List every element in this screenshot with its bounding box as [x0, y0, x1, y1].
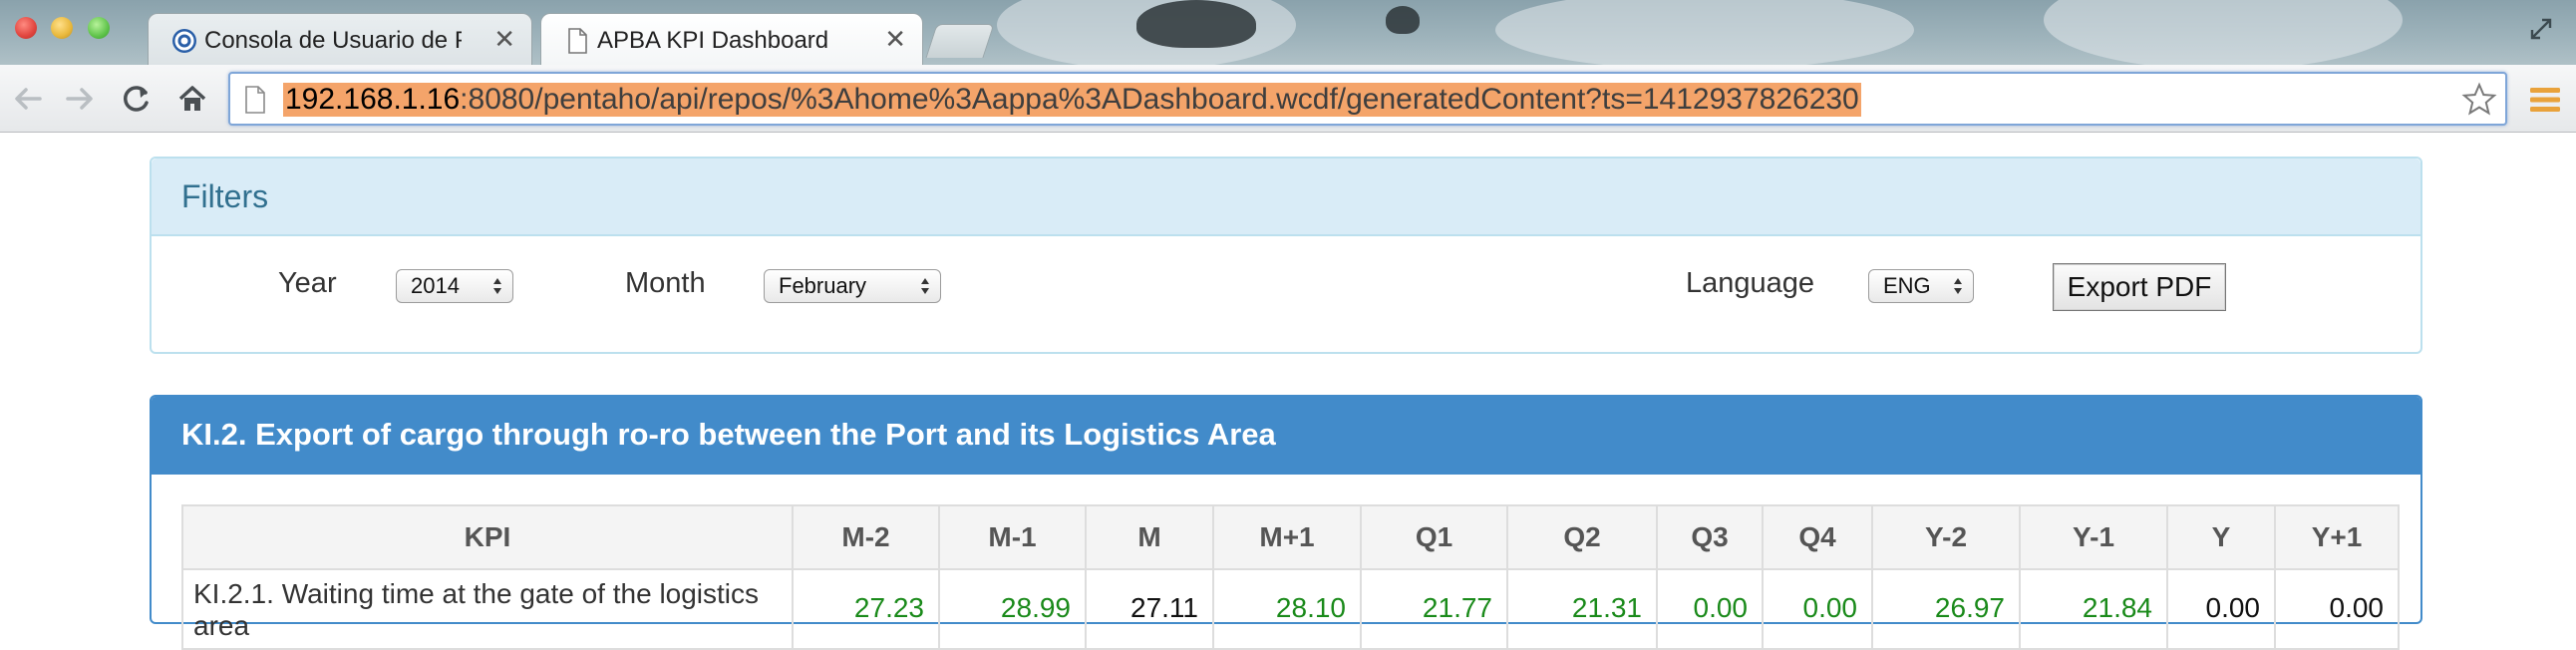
kpi-value-cell: 21.84	[2019, 568, 2168, 650]
menu-icon[interactable]	[2528, 85, 2562, 115]
kpi-panel-header: KI.2. Export of cargo through ro-ro betw…	[152, 397, 2420, 475]
background-cloud	[2044, 0, 2403, 70]
column-header[interactable]: M+1	[1212, 504, 1362, 570]
page-icon	[245, 86, 265, 114]
kpi-value-cell: 28.10	[1212, 568, 1362, 650]
kpi-value-cell: 28.99	[938, 568, 1087, 650]
tab-title: APBA KPI Dashboard	[597, 27, 829, 54]
year-value: 2014	[411, 273, 460, 298]
kpi-table: KPI M-2 M-1 M M+1 Q1 Q2 Q3 Q4 Y-2 Y-1 Y …	[181, 504, 2400, 650]
year-select[interactable]: 2014	[396, 269, 513, 303]
column-header[interactable]: Q3	[1656, 504, 1764, 570]
column-header[interactable]: Y-2	[1871, 504, 2021, 570]
url-host: 192.168.1.16	[285, 83, 461, 116]
column-header[interactable]: Q4	[1762, 504, 1873, 570]
document-icon	[568, 28, 587, 54]
language-value: ENG	[1883, 273, 1931, 298]
kpi-value-cell: 0.00	[1762, 568, 1873, 650]
theme-eagle	[1136, 0, 1256, 48]
url-text[interactable]: 192.168.1.16:8080/pentaho/api/repos/%3Ah…	[283, 83, 1861, 117]
theme-bird	[1386, 6, 1420, 34]
updown-arrows-icon	[493, 278, 501, 294]
background-cloud	[1495, 0, 1914, 70]
column-header[interactable]: Q1	[1360, 504, 1508, 570]
column-header[interactable]: M-1	[938, 504, 1087, 570]
minimize-window-button[interactable]	[51, 17, 73, 39]
column-header[interactable]: Y-1	[2019, 504, 2168, 570]
kpi-panel: KI.2. Export of cargo through ro-ro betw…	[150, 395, 2422, 650]
close-icon[interactable]: ✕	[884, 24, 906, 54]
tab-apba-dashboard[interactable]: APBA KPI Dashboard ✕	[540, 13, 923, 65]
reload-icon[interactable]	[116, 79, 156, 119]
year-label: Year	[278, 267, 337, 299]
filters-panel: Filters Year 2014 Month February Languag…	[150, 157, 2422, 354]
kpi-value-cell: 0.00	[2166, 568, 2276, 650]
updown-arrows-icon	[921, 278, 929, 294]
column-header[interactable]: KPI	[181, 504, 794, 570]
kpi-value-cell: 0.00	[1656, 568, 1764, 650]
month-label: Month	[625, 267, 706, 299]
kpi-value-cell: 21.77	[1360, 568, 1508, 650]
home-icon[interactable]	[172, 79, 212, 119]
table-row: KI.2.1. Waiting time at the gate of the …	[181, 568, 2400, 650]
url-path: :8080/pentaho/api/repos/%3Ahome%3Aappa%3…	[460, 83, 1859, 116]
filters-title: Filters	[181, 178, 269, 214]
kpi-panel-title: KI.2. Export of cargo through ro-ro betw…	[181, 417, 1276, 452]
kpi-value-cell: 21.31	[1506, 568, 1658, 650]
kpi-value-cell: 27.11	[1085, 568, 1214, 650]
browser-toolbar: 192.168.1.16:8080/pentaho/api/repos/%3Ah…	[0, 65, 2576, 133]
zoom-window-button[interactable]	[88, 17, 110, 39]
column-header[interactable]: Y	[2166, 504, 2276, 570]
month-select[interactable]: February	[764, 269, 941, 303]
address-bar[interactable]: 192.168.1.16:8080/pentaho/api/repos/%3Ah…	[228, 72, 2507, 126]
table-header-row: KPI M-2 M-1 M M+1 Q1 Q2 Q3 Q4 Y-2 Y-1 Y …	[181, 504, 2400, 570]
updown-arrows-icon	[1954, 278, 1962, 294]
kpi-value-cell: 0.00	[2274, 568, 2400, 650]
column-header[interactable]: Q2	[1506, 504, 1658, 570]
close-window-button[interactable]	[15, 17, 37, 39]
browser-chrome: Consola de Usuario de Pentaho ✕ APBA KPI…	[0, 0, 2576, 133]
column-header[interactable]: Y+1	[2274, 504, 2400, 570]
tab-title: Consola de Usuario de Pentaho	[204, 27, 462, 54]
language-select[interactable]: ENG	[1868, 269, 1974, 303]
kpi-value-cell: 27.23	[792, 568, 940, 650]
tab-pentaho-console[interactable]: Consola de Usuario de Pentaho ✕	[148, 13, 532, 65]
column-header[interactable]: M	[1085, 504, 1214, 570]
kpi-value-cell: 26.97	[1871, 568, 2021, 650]
fullscreen-icon[interactable]	[2528, 16, 2554, 42]
filters-header: Filters	[152, 159, 2420, 236]
export-pdf-button[interactable]: Export PDF	[2053, 263, 2226, 311]
kpi-name-cell: KI.2.1. Waiting time at the gate of the …	[181, 568, 794, 650]
new-tab-button[interactable]	[925, 24, 995, 58]
back-arrow-icon[interactable]	[8, 79, 48, 119]
bookmark-star-icon[interactable]	[2461, 82, 2497, 118]
column-header[interactable]: M-2	[792, 504, 940, 570]
pentaho-swirl-icon	[172, 29, 196, 53]
close-icon[interactable]: ✕	[493, 24, 515, 54]
language-label: Language	[1686, 267, 1815, 299]
month-value: February	[779, 273, 867, 298]
forward-arrow-icon[interactable]	[60, 79, 100, 119]
